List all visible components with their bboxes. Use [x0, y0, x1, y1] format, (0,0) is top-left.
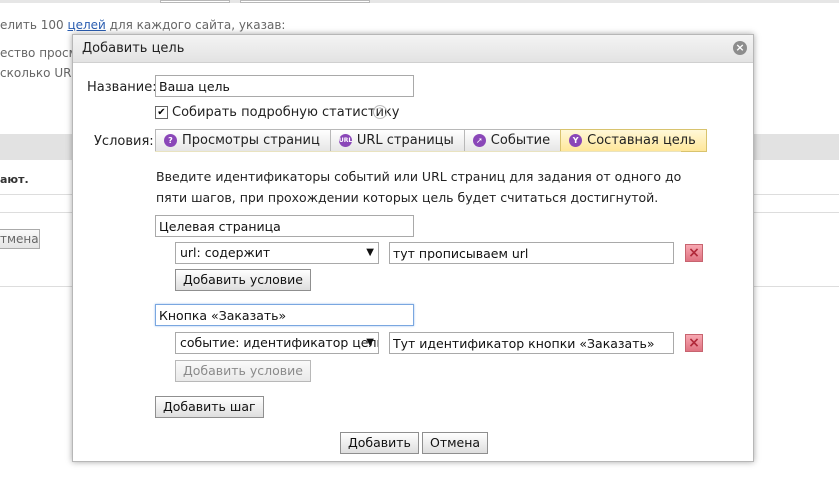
tab-event[interactable]: ➚ Событие — [463, 129, 562, 152]
select-value: url: содержит — [180, 245, 271, 260]
background-tabs-bar — [0, 0, 839, 3]
close-icon[interactable]: × — [733, 41, 747, 55]
name-label: Название: — [87, 80, 157, 95]
delete-condition-icon[interactable]: × — [685, 244, 703, 262]
dialog-header: Добавить цель × — [73, 35, 753, 63]
page-views-icon: ? — [164, 134, 177, 147]
step-name-input[interactable] — [155, 215, 414, 237]
tab-panel-border — [155, 151, 681, 152]
tab-composite[interactable]: Y Составная цель — [560, 129, 707, 152]
background-cancel-button: тмена — [0, 229, 40, 249]
tab-page-views[interactable]: ? Просмотры страниц — [155, 129, 331, 152]
tab-label: Просмотры страниц — [182, 133, 320, 148]
add-condition-button[interactable]: Добавить условие — [175, 360, 311, 382]
dialog-title: Добавить цель — [82, 41, 185, 56]
cursor-icon: ➚ — [472, 134, 486, 147]
condition-type-select[interactable]: url: содержит ▼ — [175, 242, 379, 264]
tab-url[interactable]: URL URL страницы — [329, 129, 465, 152]
goal-name-input[interactable] — [155, 75, 414, 97]
background-tab — [240, 0, 370, 3]
condition-value-input[interactable] — [389, 242, 674, 264]
composite-icon: Y — [569, 134, 583, 147]
condition-tabs: ? Просмотры страниц URL URL страницы ➚ С… — [155, 129, 707, 152]
dropdown-arrow-icon: ▼ — [366, 337, 374, 348]
background-bold-text: ают. — [0, 173, 29, 186]
url-icon: URL — [338, 134, 352, 147]
composite-description: Введите идентификаторы событий или URL с… — [156, 169, 682, 205]
conditions-label: Условия: — [94, 134, 154, 149]
tab-label: Событие — [490, 133, 551, 148]
cancel-button[interactable]: Отмена — [422, 432, 489, 454]
dropdown-arrow-icon: ▼ — [366, 247, 374, 258]
tab-label: URL страницы — [356, 133, 454, 148]
stats-checkbox-label: Собирать подробную статистику — [172, 105, 400, 120]
condition-value-input[interactable] — [389, 332, 674, 354]
stats-checkbox[interactable]: ✔ — [155, 106, 168, 119]
add-condition-button[interactable]: Добавить условие — [175, 269, 311, 291]
condition-type-select[interactable]: событие: идентификатор цели ▼ — [175, 332, 379, 354]
step-name-input[interactable] — [155, 304, 414, 326]
submit-button[interactable]: Добавить — [340, 432, 419, 454]
background-text-line: ество просм — [0, 46, 78, 60]
add-goal-dialog: Добавить цель × Название: ✔ Собирать под… — [72, 34, 754, 462]
background-tab — [160, 0, 230, 3]
select-value: событие: идентификатор цели — [180, 335, 379, 350]
background-intro-text: елить 100 целей для каждого сайта, указа… — [0, 18, 286, 32]
goals-link[interactable]: целей — [67, 18, 105, 32]
tab-label: Составная цель — [587, 133, 696, 148]
background-text-line: сколько URL — [0, 66, 79, 80]
add-step-button[interactable]: Добавить шаг — [155, 396, 264, 418]
delete-condition-icon[interactable]: × — [685, 334, 703, 352]
help-icon[interactable]: ? — [373, 105, 387, 119]
